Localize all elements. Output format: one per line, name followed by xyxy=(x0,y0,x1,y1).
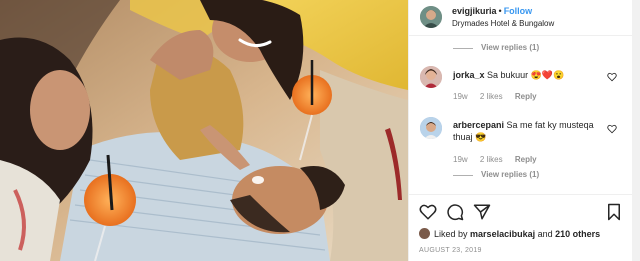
comment-age: 19w xyxy=(453,155,468,164)
post-date: AUGUST 23, 2019 xyxy=(419,247,482,254)
view-replies-link[interactable]: View replies (1) xyxy=(481,170,539,179)
commenter-avatar-image xyxy=(420,66,442,88)
commenter-avatar[interactable] xyxy=(420,117,442,139)
separator-dot: • xyxy=(498,6,502,16)
liker-avatar[interactable] xyxy=(419,228,430,239)
heart-icon[interactable] xyxy=(419,203,437,221)
liked-by-and: and xyxy=(537,229,553,239)
author-avatar-image xyxy=(420,6,442,28)
post-actions: Liked by marselacibukaj and 210 others A… xyxy=(409,194,633,261)
comment-icon[interactable] xyxy=(446,203,464,221)
liked-by-others[interactable]: 210 others xyxy=(555,229,600,239)
post-photo-illustration xyxy=(0,0,408,261)
comment-username[interactable]: jorka_x xyxy=(453,70,485,80)
liked-by-prefix: Liked by xyxy=(434,229,468,239)
post-location[interactable]: Drymades Hotel & Bungalow xyxy=(452,19,554,28)
comment-meta: 19w 2 likes Reply xyxy=(453,92,547,101)
comment-body: arbercepani Sa me fat ky musteqa thuaj 😎 xyxy=(453,119,603,143)
comment-likes[interactable]: 2 likes xyxy=(480,155,503,164)
comment-body: jorka_x Sa bukuur 😍❤️😮 xyxy=(453,69,603,81)
comment-age: 19w xyxy=(453,92,468,101)
liked-by-user[interactable]: marselacibukaj xyxy=(470,229,535,239)
author-username[interactable]: evigjikuria xyxy=(452,6,497,16)
reply-button[interactable]: Reply xyxy=(515,155,537,164)
bookmark-icon[interactable] xyxy=(605,203,623,221)
instagram-post-view: evigjikuria • Follow Drymades Hotel & Bung… xyxy=(0,0,640,261)
author-avatar[interactable] xyxy=(420,6,442,28)
view-replies-link[interactable]: View replies (1) xyxy=(481,43,539,52)
author-line: evigjikuria • Follow xyxy=(452,6,532,16)
scrollbar[interactable] xyxy=(632,0,640,261)
reply-button[interactable]: Reply xyxy=(515,92,537,101)
follow-button[interactable]: Follow xyxy=(504,6,533,16)
commenter-avatar-image xyxy=(420,117,442,139)
comment-like-heart-icon[interactable] xyxy=(607,124,617,134)
comments-list: View replies (1) jorka_x Sa bukuur 😍❤️😮 … xyxy=(409,36,633,194)
comment-text: Sa bukuur 😍❤️😮 xyxy=(487,70,565,80)
commenter-avatar[interactable] xyxy=(420,66,442,88)
share-icon[interactable] xyxy=(473,203,491,221)
replies-divider-line xyxy=(453,48,473,49)
replies-divider-line xyxy=(453,175,473,176)
comment-meta: 19w 2 likes Reply xyxy=(453,155,547,164)
post-photo[interactable] xyxy=(0,0,408,261)
comment-likes[interactable]: 2 likes xyxy=(480,92,503,101)
post-header: evigjikuria • Follow Drymades Hotel & Bung… xyxy=(409,0,633,36)
post-side-panel: evigjikuria • Follow Drymades Hotel & Bung… xyxy=(408,0,633,261)
comment-like-heart-icon[interactable] xyxy=(607,72,617,82)
comment-username[interactable]: arbercepani xyxy=(453,120,504,130)
liked-by-line: Liked by marselacibukaj and 210 others xyxy=(419,228,600,239)
